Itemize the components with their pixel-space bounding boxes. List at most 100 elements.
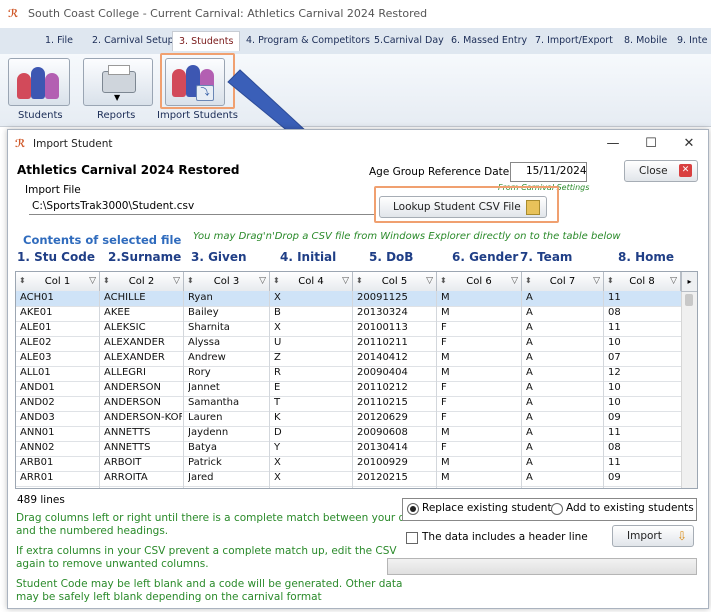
- filter-icon[interactable]: ▽: [259, 272, 266, 291]
- dialog-title: Import Student: [33, 138, 113, 150]
- column-header-6[interactable]: ⬍ Col 6 ▽: [437, 272, 522, 292]
- table-cell: M: [441, 457, 450, 468]
- vertical-scrollbar[interactable]: [681, 291, 697, 488]
- contents-label: Contents of selected file: [23, 233, 182, 247]
- table-cell: X: [274, 457, 281, 468]
- table-row[interactable]: ALE03 ALEXANDER Andrew Z 20140412 M A 07: [16, 351, 681, 367]
- close-x-icon: ✕: [679, 164, 692, 177]
- sort-icon[interactable]: ⬍: [607, 272, 614, 290]
- add-label: Add to existing students: [566, 502, 694, 514]
- table-cell: Jannet: [188, 382, 220, 393]
- filter-icon[interactable]: ▽: [426, 272, 433, 291]
- column-header-4[interactable]: ⬍ Col 4 ▽: [270, 272, 353, 292]
- replace-radio[interactable]: [407, 503, 419, 515]
- header-line-checkbox[interactable]: [406, 532, 418, 544]
- column-header-label: Col 2: [128, 276, 155, 287]
- table-row[interactable]: AND01 ANDERSON Jannet E 20110212 F A 10: [16, 381, 681, 397]
- table-cell: M: [441, 367, 450, 378]
- carnival-name: Athletics Carnival 2024 Restored: [17, 163, 240, 177]
- sort-icon[interactable]: ⬍: [525, 272, 532, 290]
- table-cell: 20130324: [357, 307, 408, 318]
- dialog-logo-icon: ℛ: [15, 137, 26, 150]
- filter-icon[interactable]: ▽: [670, 272, 677, 291]
- table-row[interactable]: AND02 ANDERSON Samantha T 20110215 F A 10: [16, 396, 681, 412]
- help-text-2b: again to remove unwanted columns.: [16, 558, 209, 570]
- maximize-button[interactable]: ☐: [636, 134, 666, 154]
- table-row[interactable]: ACH01 ACHILLE Ryan X 20091125 M A 11: [16, 291, 681, 307]
- table-row[interactable]: AND03 ANDERSON-KOF Lauren K 20120629 F A 09: [16, 411, 681, 427]
- table-cell: ALLEGRI: [104, 367, 146, 378]
- column-header-3[interactable]: ⬍ Col 3 ▽: [184, 272, 270, 292]
- import-file-label: Import File: [25, 184, 81, 196]
- table-cell: ARR01: [20, 472, 54, 483]
- table-cell: A: [526, 397, 533, 408]
- numbered-heading-4: 4. Initial: [280, 250, 337, 264]
- table-row[interactable]: ALL01 ALLEGRI Rory R 20090404 M A 12: [16, 366, 681, 382]
- column-divider: [603, 291, 604, 488]
- table-cell: F: [441, 412, 447, 423]
- table-cell: M: [441, 352, 450, 363]
- table-cell: ARB01: [20, 457, 54, 468]
- age-ref-date-value: 15/11/2024: [526, 165, 587, 177]
- table-cell: A: [526, 457, 533, 468]
- table-cell: F: [441, 397, 447, 408]
- table-cell: 20120215: [357, 472, 408, 483]
- table-cell: ALE02: [20, 337, 52, 348]
- import-button-label: Import: [627, 530, 662, 542]
- filter-icon[interactable]: ▽: [593, 272, 600, 291]
- table-cell: 11: [608, 322, 621, 333]
- sort-icon[interactable]: ⬍: [356, 272, 363, 290]
- column-header-2[interactable]: ⬍ Col 2 ▽: [100, 272, 184, 292]
- column-header-5[interactable]: ⬍ Col 5 ▽: [353, 272, 437, 292]
- age-ref-label: Age Group Reference Date: [369, 166, 510, 178]
- scroll-right-icon[interactable]: ▸: [681, 272, 697, 292]
- table-row[interactable]: ARR01 ARROITA Jared X 20120215 M A 09: [16, 471, 681, 487]
- column-divider: [183, 291, 184, 488]
- table-cell: ACHILLE: [104, 292, 146, 303]
- filter-icon[interactable]: ▽: [511, 272, 518, 291]
- dragdrop-note: You may Drag'n'Drop a CSV file from Wind…: [193, 231, 621, 242]
- table-cell: F: [441, 337, 447, 348]
- table-cell: Jared: [188, 472, 214, 483]
- column-header-label: Col 4: [298, 276, 324, 287]
- table-cell: ANDERSON-KOF: [104, 412, 182, 423]
- table-cell: ANN01: [20, 427, 55, 438]
- table-cell: Sharnita: [188, 322, 230, 333]
- import-button[interactable]: Import ⇩: [612, 525, 694, 547]
- table-cell: ANN02: [20, 442, 55, 453]
- filter-icon[interactable]: ▽: [173, 272, 180, 291]
- table-row[interactable]: ANN01 ANNETTS Jaydenn D 20090608 M A 11: [16, 426, 681, 442]
- table-row[interactable]: AKE01 AKEE Bailey B 20130324 M A 08: [16, 306, 681, 322]
- table-row[interactable]: ALE02 ALEXANDER Alyssa U 20110211 F A 10: [16, 336, 681, 352]
- column-divider: [521, 291, 522, 488]
- close-window-button[interactable]: ✕: [674, 134, 704, 154]
- sort-icon[interactable]: ⬍: [273, 272, 280, 290]
- table-cell: Andrew: [188, 352, 226, 363]
- table-cell: 20120629: [357, 412, 408, 423]
- table-cell: Samantha: [188, 397, 240, 408]
- table-row[interactable]: ALE01 ALEKSIC Sharnita X 20100113 F A 11: [16, 321, 681, 337]
- filter-icon[interactable]: ▽: [89, 272, 96, 291]
- sort-icon[interactable]: ⬍: [440, 272, 447, 290]
- table-row[interactable]: ANN02 ANNETTS Batya Y 20130414 F A 08: [16, 441, 681, 457]
- minimize-button[interactable]: —: [598, 134, 628, 154]
- add-radio[interactable]: [551, 503, 563, 515]
- close-button[interactable]: Close ✕: [624, 160, 698, 182]
- table-cell: F: [441, 442, 447, 453]
- table-row[interactable]: ARB01 ARBOIT Patrick X 20100929 M A 11: [16, 456, 681, 472]
- table-cell: 11: [608, 457, 621, 468]
- column-header-8[interactable]: ⬍ Col 8 ▽: [604, 272, 681, 292]
- table-cell: Jaydenn: [188, 427, 229, 438]
- column-header-7[interactable]: ⬍ Col 7 ▽: [522, 272, 604, 292]
- filter-icon[interactable]: ▽: [342, 272, 349, 291]
- column-header-1[interactable]: ⬍ Col 1 ▽: [16, 272, 100, 292]
- table-cell: AND03: [20, 412, 55, 423]
- scroll-thumb[interactable]: [685, 294, 693, 306]
- table-cell: ANDERSON: [104, 382, 161, 393]
- sort-icon[interactable]: ⬍: [103, 272, 110, 290]
- sort-icon[interactable]: ⬍: [19, 272, 26, 290]
- table-cell: T: [274, 397, 281, 408]
- replace-label: Replace existing students: [422, 502, 558, 514]
- csv-table[interactable]: ⬍ Col 1 ▽ ⬍ Col 2 ▽ ⬍ Col 3 ▽ ⬍ Col 4 ▽ ⬍ Col 5 ▽ ⬍ Col …: [15, 271, 698, 489]
- sort-icon[interactable]: ⬍: [187, 272, 194, 290]
